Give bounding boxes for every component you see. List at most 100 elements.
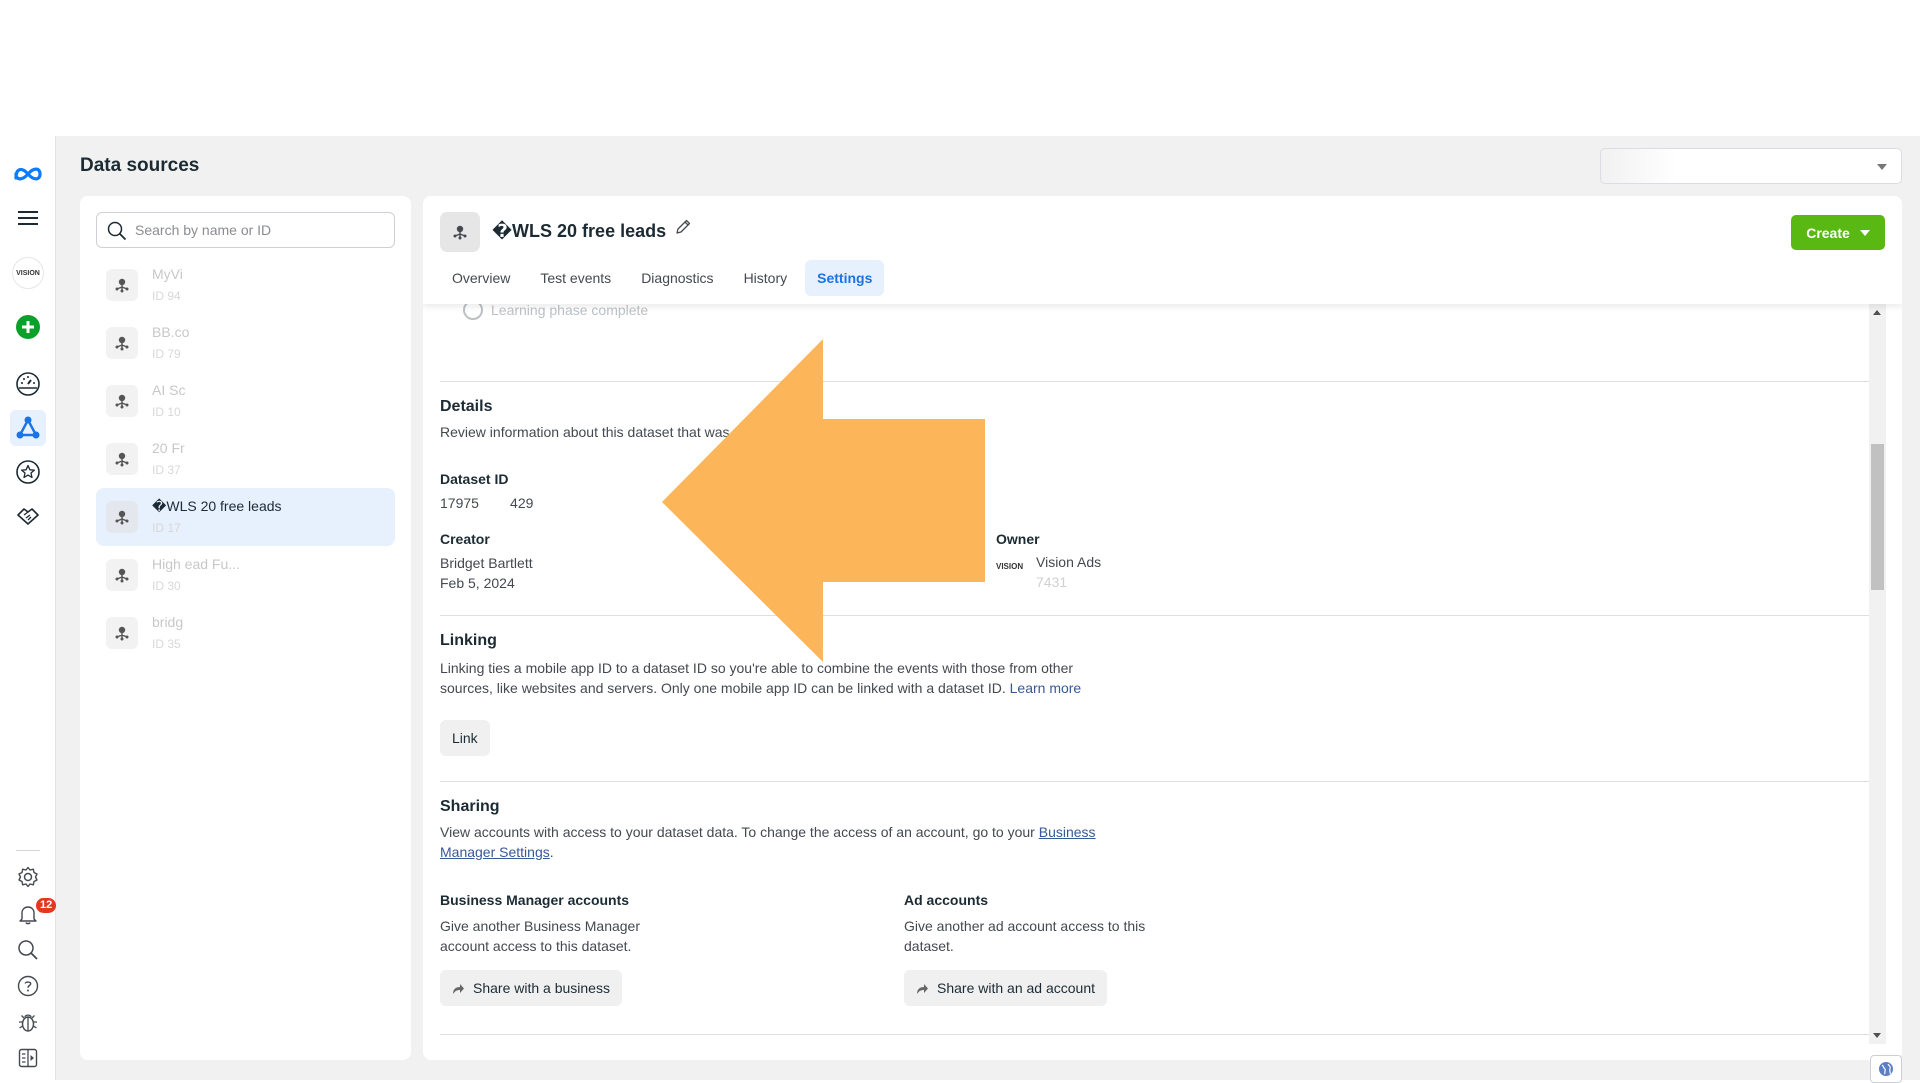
dataset-list-item[interactable]: High ead Fu... ID 30 — [96, 546, 395, 604]
notifications-bell-icon[interactable]: 12 — [10, 896, 57, 932]
divider — [440, 615, 1869, 616]
create-button[interactable]: Create — [1791, 215, 1885, 250]
tab-overview[interactable]: Overview — [440, 260, 522, 296]
period: . — [549, 844, 554, 860]
dataset-list-item[interactable]: BB.co ID 79 — [96, 314, 395, 372]
partnerships-handshake-icon[interactable] — [10, 498, 46, 534]
dataset-list-item[interactable]: bridg ID 35 — [96, 604, 395, 662]
tab-history[interactable]: History — [732, 260, 800, 296]
share-arrow-icon — [453, 983, 464, 994]
meta-logo-icon[interactable] — [10, 156, 46, 192]
linking-description-text: Linking ties a mobile app ID to a datase… — [440, 660, 1074, 696]
share-with-business-button[interactable]: Share with a business — [440, 970, 622, 1006]
dataset-id: ID 35 — [152, 637, 181, 651]
edit-pencil-icon[interactable] — [674, 218, 692, 241]
dataset-list: MyVi ID 94 BB.co ID 79 AI Sc ID 10 20 Fr ID 37 �… — [96, 256, 395, 662]
dataset-list-item[interactable]: �WLS 20 free leads ID 17 — [96, 488, 395, 546]
nav-divider — [16, 850, 40, 851]
tab-test-events[interactable]: Test events — [528, 260, 623, 296]
language-globe-button[interactable] — [1870, 1055, 1902, 1083]
menu-icon[interactable] — [10, 200, 46, 236]
content-scrollbar[interactable] — [1869, 304, 1886, 1044]
toggle-panel-icon[interactable] — [10, 1040, 46, 1076]
create-plus-icon[interactable] — [10, 309, 46, 345]
tab-diagnostics[interactable]: Diagnostics — [629, 260, 725, 296]
scrollbar-thumb[interactable] — [1871, 444, 1884, 590]
search-icon — [107, 221, 127, 241]
dataset-name: �WLS 20 free leads — [152, 498, 282, 514]
dataset-id: ID 10 — [152, 405, 181, 419]
share-arrow-icon — [917, 983, 928, 994]
datasets-panel: MyVi ID 94 BB.co ID 79 AI Sc ID 10 20 Fr ID 37 �… — [80, 196, 411, 1060]
account-avatar[interactable]: VISION — [10, 255, 46, 291]
dataset-title: �WLS 20 free leads — [492, 221, 667, 241]
dataset-icon — [106, 327, 138, 359]
scroll-down-arrow-icon[interactable] — [1873, 1033, 1881, 1038]
report-bug-icon[interactable] — [10, 1004, 46, 1040]
sharing-title: Sharing — [440, 798, 500, 815]
divider — [440, 381, 1869, 382]
share-with-ad-account-button[interactable]: Share with an ad account — [904, 970, 1107, 1006]
dataset-name: MyVi — [152, 266, 183, 282]
dataset-name: AI Sc — [152, 382, 186, 398]
dataset-id-label: Dataset ID — [440, 471, 509, 487]
divider — [440, 781, 1869, 782]
dataset-id: ID 17 — [152, 521, 181, 535]
details-description: Review information about this dataset th… — [440, 424, 730, 440]
scroll-up-arrow-icon[interactable] — [1873, 310, 1881, 315]
dataset-header: �WLS 20 free leads Create Overview Test … — [423, 196, 1902, 304]
ad-accounts-description: Give another ad account access to this d… — [904, 918, 1146, 954]
ad-accounts-title: Ad accounts — [904, 892, 989, 908]
tab-settings[interactable]: Settings — [805, 260, 885, 296]
search-field[interactable] — [96, 212, 395, 248]
settings-content: Learning phase complete Details Review i… — [423, 304, 1869, 1060]
share-with-business-label: Share with a business — [473, 980, 610, 996]
divider — [440, 1034, 1869, 1035]
data-sources-icon[interactable] — [10, 410, 46, 446]
learn-more-link[interactable]: Learn more — [1010, 680, 1082, 696]
help-question-icon[interactable] — [10, 968, 46, 1004]
owner-name: Vision Ads — [1036, 554, 1102, 570]
favorites-star-icon[interactable] — [10, 454, 46, 490]
status-circle-icon — [463, 304, 483, 320]
dataset-list-item[interactable]: AI Sc ID 10 — [96, 372, 395, 430]
page-title: Data sources — [80, 155, 200, 176]
dataset-id: ID 37 — [152, 463, 181, 477]
link-button-label: Link — [452, 730, 478, 746]
sharing-description-text: View accounts with access to your datase… — [440, 824, 1035, 840]
learning-phase-text: Learning phase complete — [491, 304, 649, 318]
dataset-icon — [106, 617, 138, 649]
dashboard-gauge-icon[interactable] — [10, 366, 46, 402]
linking-description: Linking ties a mobile app ID to a datase… — [440, 658, 1090, 698]
dataset-icon — [106, 269, 138, 301]
details-title: Details — [440, 398, 493, 415]
search-icon[interactable] — [10, 932, 46, 968]
dataset-id: ID 30 — [152, 579, 181, 593]
bm-accounts-description: Give another Business Manager account ac… — [440, 918, 640, 954]
creator-name: Bridget Bartlett — [440, 555, 533, 571]
tab-bar: Overview Test events Diagnostics History… — [440, 260, 885, 296]
dataset-list-item[interactable]: MyVi ID 94 — [96, 256, 395, 314]
chevron-down-icon — [1877, 164, 1887, 170]
search-input[interactable] — [135, 213, 385, 247]
link-button[interactable]: Link — [440, 720, 490, 756]
creator-date: Feb 5, 2024 — [440, 575, 515, 591]
dataset-id: ID 94 — [152, 289, 181, 303]
account-logo-text: VISION — [12, 257, 44, 289]
bm-accounts-title: Business Manager accounts — [440, 892, 630, 908]
business-account-dropdown[interactable] — [1600, 148, 1902, 184]
caret-down-icon — [1859, 229, 1870, 236]
dataset-icon — [106, 385, 138, 417]
notifications-badge: 12 — [36, 898, 57, 913]
sharing-description: View accounts with access to your datase… — [440, 822, 1100, 862]
dataset-id: ID 79 — [152, 347, 181, 361]
dataset-list-item[interactable]: 20 Fr ID 37 — [96, 430, 395, 488]
owner-id: 7431 — [1036, 574, 1068, 590]
linking-title: Linking — [440, 632, 497, 649]
globe-icon — [1879, 1062, 1893, 1076]
create-button-label: Create — [1806, 224, 1850, 241]
dataset-name: bridg — [152, 614, 184, 630]
left-nav: VISION 12 — [0, 136, 57, 1080]
creator-label: Creator — [440, 531, 490, 547]
settings-gear-icon[interactable] — [10, 859, 46, 895]
